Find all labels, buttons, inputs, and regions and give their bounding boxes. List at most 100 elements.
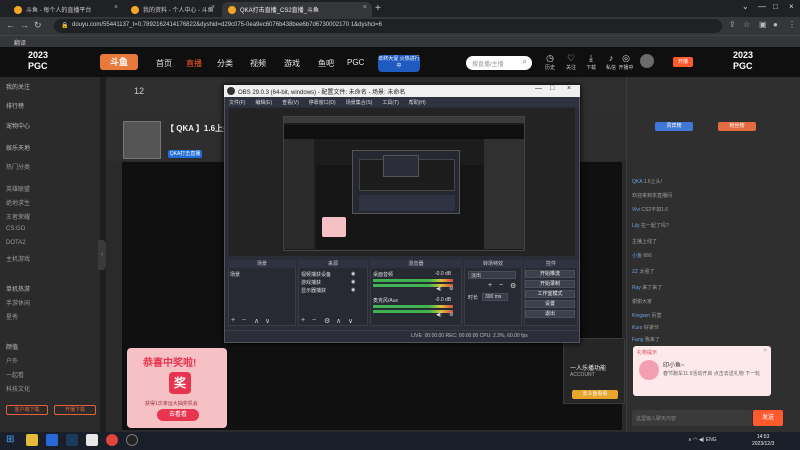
obs-menu-view[interactable]: 查看(V) [282, 100, 299, 106]
taskbar-clock[interactable]: 14:53 2023/12/3 [752, 434, 774, 448]
chat-user[interactable]: Lily [632, 223, 640, 229]
start-broadcast-button[interactable]: 开播 [673, 57, 693, 67]
profile-icon[interactable]: ● [773, 20, 778, 29]
browser-tab[interactable]: 我的资料 - 个人中心 - 斗鱼 × [125, 2, 220, 17]
steam-icon[interactable] [66, 434, 78, 446]
chat-user[interactable]: QKA [632, 179, 642, 185]
maximize-icon[interactable]: □ [773, 2, 778, 11]
chrome-icon[interactable] [106, 434, 118, 446]
visibility-eye-icon[interactable]: ◉ [351, 271, 355, 277]
obs-menu-tools[interactable]: 工具(T) [382, 100, 398, 106]
move-down-icon[interactable]: ∨ [265, 317, 270, 325]
chat-user[interactable]: 小鱼 [632, 253, 642, 259]
sidebar-item[interactable]: 一起看 [6, 370, 24, 379]
source-item[interactable]: 视频捕获设备 [301, 271, 331, 278]
studio-mode-button[interactable]: 工作室模式 [525, 290, 575, 298]
new-tab-icon[interactable]: + [375, 3, 381, 14]
move-down-icon[interactable]: ∨ [348, 317, 353, 325]
share-icon[interactable]: ⇪ [729, 20, 736, 29]
fan-rank-button[interactable]: 粉丝榜 [718, 122, 756, 131]
live-button[interactable]: ◎ 开播中 [615, 53, 637, 71]
visibility-eye-icon[interactable]: ◉ [351, 287, 355, 293]
wifi-icon[interactable]: ◠ [693, 437, 697, 443]
add-source-icon[interactable]: + [301, 317, 305, 324]
nav-video[interactable]: 视频 [250, 58, 266, 69]
app-icon[interactable] [86, 434, 98, 446]
vip-rank-button[interactable]: 贵宾榜 [655, 122, 693, 131]
obs-menu-file[interactable]: 文件(F) [229, 100, 245, 106]
obs-menu-edit[interactable]: 编辑(E) [255, 100, 272, 106]
download-button[interactable]: ⤓ 下载 [580, 53, 602, 71]
sidebar-item[interactable]: 手游休闲 [6, 298, 30, 307]
browser-tab[interactable]: 斗鱼 - 每个人的直播平台 × [8, 2, 123, 17]
lottery-go-button[interactable]: 去看看 [157, 409, 199, 421]
remove-transition-icon[interactable]: − [499, 282, 503, 289]
chat-user[interactable]: Ray [632, 285, 641, 291]
add-scene-icon[interactable]: + [231, 317, 235, 324]
obs-menu-docks[interactable]: 停靠窗口(D) [309, 100, 336, 106]
volume-icon[interactable]: ◀) [699, 437, 705, 443]
start-recording-button[interactable]: 开始录制 [525, 280, 575, 288]
chat-user[interactable]: Kuro [632, 325, 643, 331]
nav-pgc[interactable]: PGC [347, 58, 364, 67]
file-explorer-icon[interactable] [26, 434, 38, 446]
move-up-icon[interactable]: ∧ [336, 317, 341, 325]
nav-live[interactable]: 直播 [186, 58, 202, 69]
obs-close-icon[interactable]: × [567, 85, 571, 92]
input-language[interactable]: ENG [706, 437, 717, 443]
douyu-logo[interactable]: 斗鱼 [100, 54, 138, 70]
sidebar-item[interactable]: 王者荣耀 [6, 212, 30, 221]
sidebar-item[interactable]: 颜值 [6, 342, 18, 351]
obs-taskbar-icon[interactable] [126, 434, 138, 446]
sidebar-collapse-icon[interactable]: ‹ [98, 240, 106, 270]
sidebar-item[interactable]: 科技文化 [6, 384, 30, 393]
follow-button[interactable]: ♡ 关注 [560, 53, 582, 71]
close-window-icon[interactable]: × [789, 2, 794, 11]
settings-button[interactable]: 设置 [525, 300, 575, 308]
promo-badge[interactable]: 年终大促 火热进行中 [378, 55, 420, 72]
minimize-icon[interactable]: — [758, 2, 766, 11]
speaker-icon[interactable]: ◀) [436, 286, 442, 292]
close-tab-icon[interactable]: × [211, 4, 215, 11]
exit-button[interactable]: 退出 [525, 310, 575, 318]
obs-menu-help[interactable]: 帮助(H) [409, 100, 426, 106]
move-up-icon[interactable]: ∧ [254, 317, 259, 325]
source-item[interactable]: 显示器捕获 [301, 287, 326, 294]
tray-up-icon[interactable]: ∧ [688, 437, 692, 443]
duration-input[interactable]: 300 ms [482, 293, 508, 301]
sidebar-item[interactable]: 排行榜 [6, 101, 24, 110]
sidebar-item[interactable]: 宠物中心 [6, 121, 30, 130]
chat-user[interactable]: Vivi [632, 207, 640, 213]
browser-tab-active[interactable]: QKA打击直播_CS2直播_斗鱼 × [222, 2, 372, 17]
client-download-button[interactable]: 客户端下载 [6, 405, 48, 415]
sidebar-item[interactable]: 英雄联盟 [6, 184, 30, 193]
forward-icon[interactable]: → [20, 20, 29, 30]
transition-select[interactable]: 淡出 [468, 271, 516, 279]
speaker-icon[interactable]: ◀) [436, 312, 442, 318]
back-icon[interactable]: ← [6, 20, 15, 30]
start-streaming-button[interactable]: 开始推流 [525, 270, 575, 278]
sidebar-item[interactable]: 星秀 [6, 312, 18, 321]
obs-titlebar[interactable]: OBS 29.0.3 (64-bit, windows) - 配置文件: 未命名… [224, 85, 580, 97]
chat-input[interactable]: 这里输入聊天内容 [632, 410, 752, 426]
nav-games[interactable]: 游戏 [284, 58, 300, 69]
sidebar-item[interactable]: 单机热游 [6, 284, 30, 293]
sidebar-item[interactable]: 主机游戏 [6, 254, 30, 263]
sidebar-item[interactable]: 热门分类 [6, 162, 30, 171]
extensions-icon[interactable]: ▣ [759, 20, 767, 29]
chat-user[interactable]: ZZ [632, 269, 638, 275]
source-item[interactable]: 游戏捕获 [301, 279, 321, 286]
close-tab-icon[interactable]: × [363, 4, 367, 11]
close-icon[interactable]: × [763, 348, 767, 354]
transition-settings-icon[interactable]: ⚙ [510, 282, 516, 290]
menu-icon[interactable]: ⋮ [788, 20, 796, 29]
obs-minimize-icon[interactable]: — [535, 85, 542, 92]
nav-category[interactable]: 分类 [217, 58, 233, 69]
room-tag[interactable]: QKA打击直播 [168, 150, 202, 158]
windows-start-icon[interactable]: ⊞ [6, 434, 18, 446]
track-settings-icon[interactable]: ⚙ [449, 286, 453, 292]
sidebar-item[interactable]: 我的关注 [6, 82, 30, 91]
bookmark-star-icon[interactable]: ☆ [743, 20, 750, 29]
track-settings-icon[interactable]: ⚙ [449, 312, 453, 318]
broadcast-download-button[interactable]: 开播下载 [54, 405, 96, 415]
